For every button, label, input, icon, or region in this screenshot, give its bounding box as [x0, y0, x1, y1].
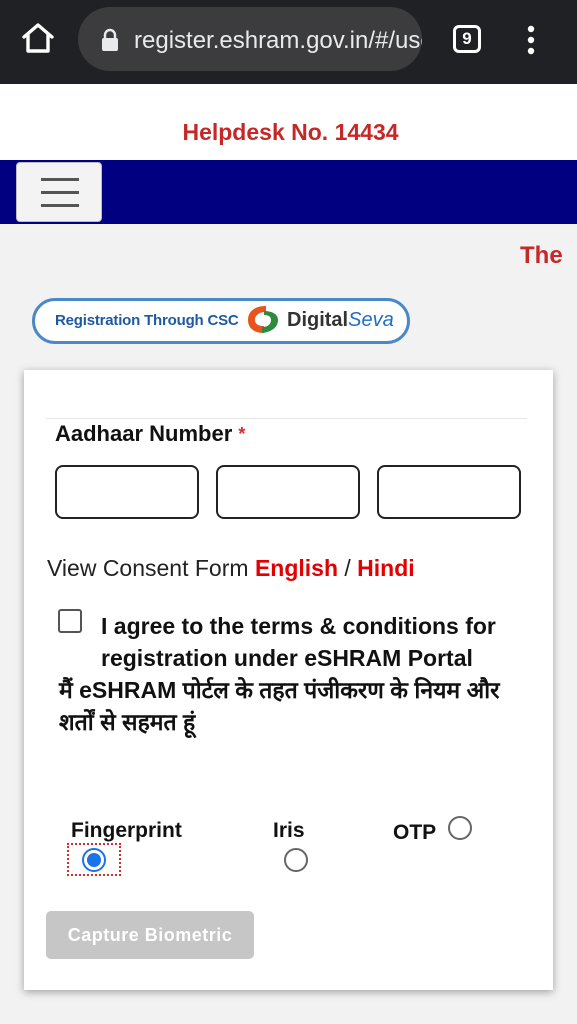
helpdesk-header: Helpdesk No. 14434 — [0, 84, 577, 160]
fingerprint-radio[interactable] — [82, 848, 106, 872]
brand-seva: Seva — [348, 309, 394, 331]
hamburger-line — [41, 178, 79, 181]
terms-english: I agree to the terms & conditions for re… — [101, 613, 496, 671]
hamburger-menu-button[interactable] — [16, 162, 102, 222]
home-icon[interactable] — [20, 20, 56, 56]
tab-switcher-button[interactable]: 9 — [453, 25, 481, 53]
consent-hindi-link[interactable]: Hindi — [357, 555, 415, 581]
aadhaar-field-3[interactable] — [377, 465, 521, 519]
iris-label: Iris — [273, 819, 305, 842]
aadhaar-field-1[interactable] — [55, 465, 199, 519]
fingerprint-label: Fingerprint — [71, 819, 182, 842]
capture-biometric-button[interactable]: Capture Biometric — [46, 911, 254, 959]
digital-seva-logo-icon — [248, 306, 278, 333]
consent-form-line: View Consent Form English / Hindi — [47, 554, 415, 582]
consent-english-link[interactable]: English — [255, 555, 338, 581]
scrolling-notice: The — [520, 242, 563, 269]
otp-label: OTP — [393, 821, 437, 844]
otp-radio[interactable] — [448, 816, 472, 840]
aadhaar-field-2[interactable] — [216, 465, 360, 519]
divider — [46, 418, 527, 419]
consent-prefix: View Consent Form — [47, 555, 249, 581]
terms-hindi: मैं eSHRAM पोर्टल के तहत पंजीकरण के नियम… — [59, 677, 500, 735]
brand-digital: Digital — [287, 309, 349, 331]
kebab-menu-icon[interactable] — [520, 24, 542, 56]
hamburger-line — [41, 204, 79, 207]
hamburger-line — [41, 191, 79, 194]
digital-seva-brand: DigitalSeva — [287, 308, 394, 332]
consent-separator: / — [344, 555, 351, 581]
csc-label: Registration Through CSC — [55, 312, 239, 329]
required-mark: * — [238, 424, 246, 444]
terms-agreement-text: I agree to the terms & conditions for re… — [47, 610, 537, 738]
aadhaar-label-text: Aadhaar Number — [55, 421, 233, 446]
lock-icon — [102, 28, 118, 51]
terms-checkbox[interactable] — [58, 609, 82, 633]
url-text[interactable]: register.eshram.gov.in/#/user/self — [134, 26, 422, 56]
helpdesk-number: Helpdesk No. 14434 — [182, 119, 399, 145]
aadhaar-label: Aadhaar Number * — [55, 421, 245, 447]
iris-radio[interactable] — [284, 848, 308, 872]
